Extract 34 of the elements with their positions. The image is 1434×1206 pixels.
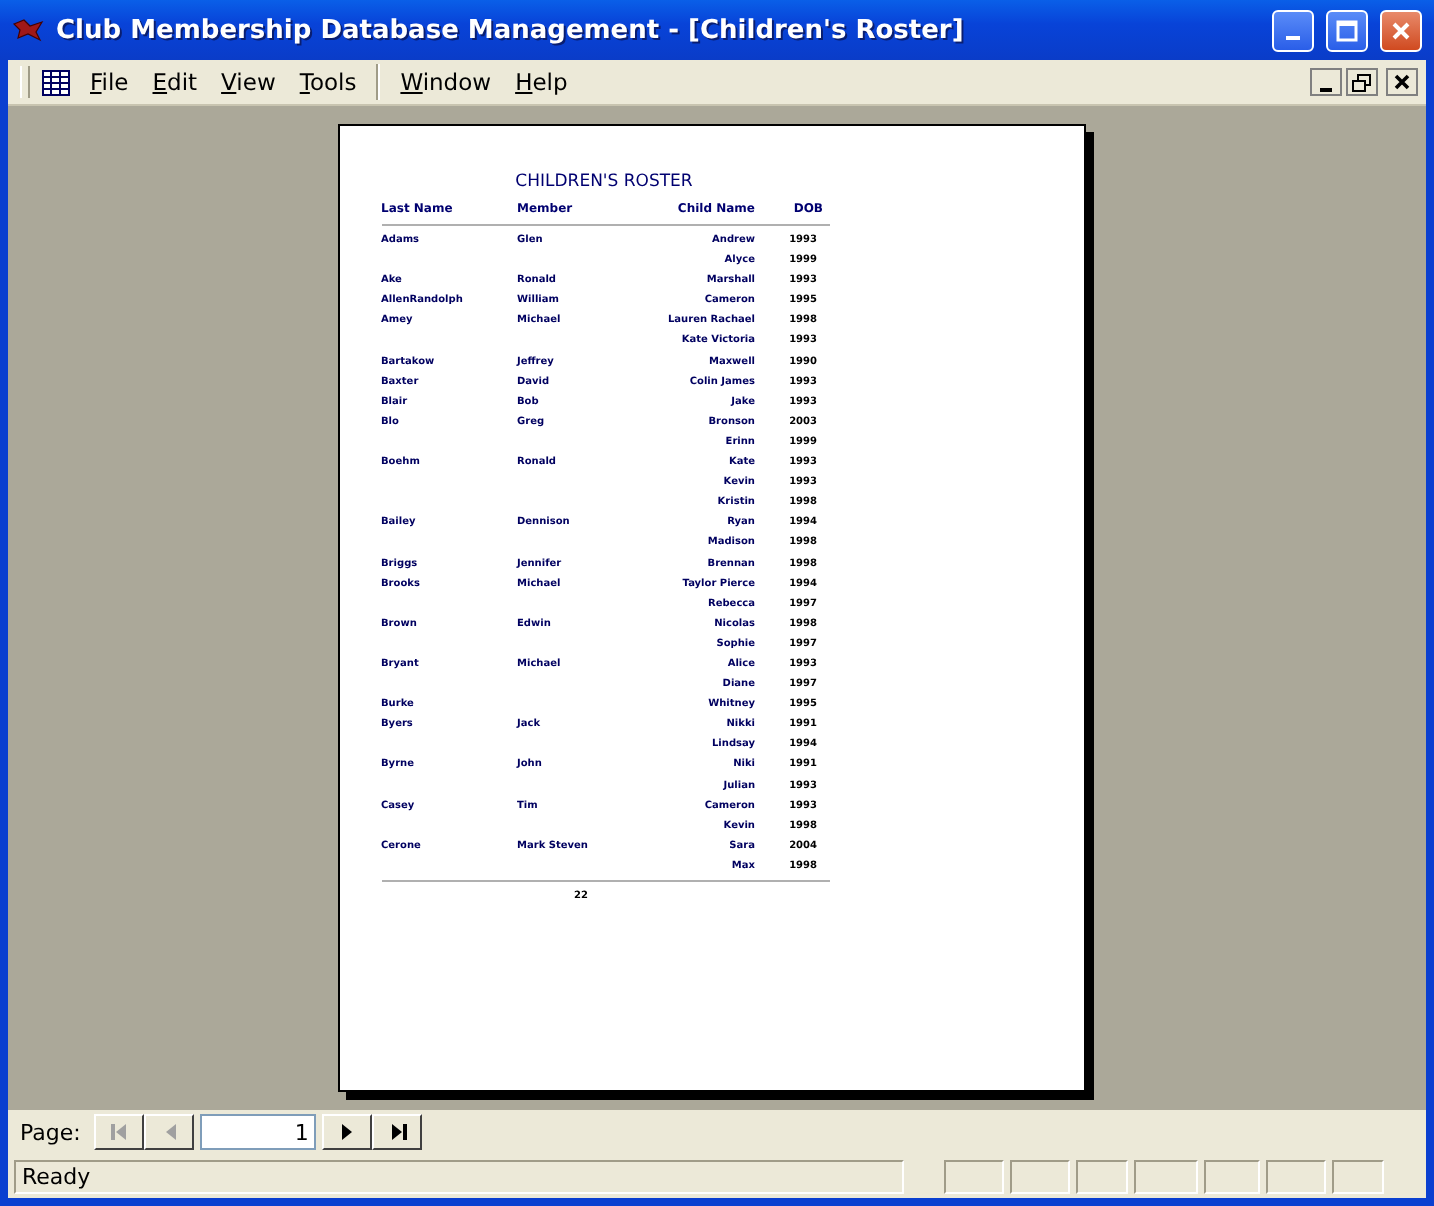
status-panel [1266, 1159, 1326, 1193]
close-icon [1390, 19, 1412, 41]
minimize-button[interactable] [1310, 68, 1342, 96]
status-panel [944, 1159, 1004, 1193]
minimize-icon [1286, 36, 1300, 40]
restore-icon [1352, 73, 1372, 91]
menu-item[interactable]: Edit [142, 64, 208, 100]
status-text: Ready [14, 1159, 904, 1193]
page-label: Page: [20, 1119, 81, 1145]
maximize-button[interactable] [1326, 9, 1368, 51]
status-panel [1332, 1159, 1384, 1193]
last-page-icon [387, 1122, 408, 1142]
report-title: CHILDREN'S ROSTER [513, 172, 695, 192]
app-logo-icon [12, 18, 44, 42]
menu-item[interactable]: Window [390, 64, 502, 100]
close-button[interactable] [1386, 68, 1418, 96]
next-page-button[interactable] [322, 1114, 373, 1150]
menu-item[interactable]: Tools [289, 64, 367, 100]
status-panel [1134, 1159, 1198, 1193]
menu-item[interactable]: File [80, 64, 139, 100]
restore-button[interactable] [1346, 68, 1378, 96]
status-panel [1204, 1159, 1260, 1193]
first-page-icon [109, 1122, 130, 1142]
minimize-icon [1320, 87, 1332, 91]
status-panel [1076, 1159, 1128, 1193]
close-icon [1394, 74, 1410, 90]
maximize-icon [1336, 19, 1358, 41]
last-page-button[interactable] [372, 1114, 423, 1150]
menu-item[interactable]: Help [505, 64, 578, 100]
table-icon[interactable] [42, 69, 70, 95]
page-field[interactable]: 1 [200, 1114, 317, 1150]
status-panel [1010, 1159, 1070, 1193]
window-title: Club Membership Database Management - [Children's Roster] [56, 15, 966, 45]
menu-item[interactable]: View [211, 64, 286, 100]
